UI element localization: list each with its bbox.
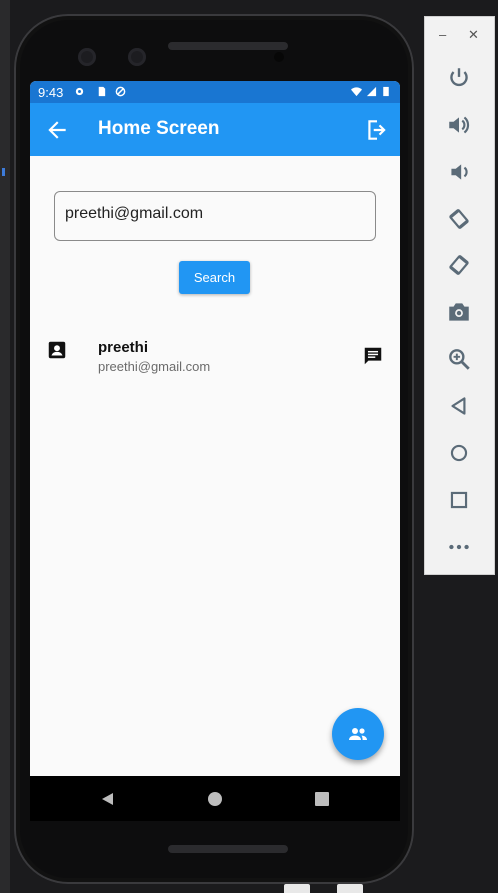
phone-top-speaker	[168, 42, 288, 50]
app-bar: Home Screen	[30, 103, 400, 156]
front-camera-left	[78, 48, 96, 66]
search-input[interactable]	[65, 205, 365, 223]
emulator-toolbar: – ✕	[424, 16, 495, 575]
app-screen: 9:43 Home Screen Search preethi preethi@…	[30, 81, 400, 821]
zoom-icon[interactable]	[446, 346, 472, 372]
volume-down-icon[interactable]	[446, 159, 472, 185]
group-icon	[349, 728, 367, 740]
battery-status-icon	[383, 86, 389, 97]
logout-icon[interactable]	[364, 117, 390, 143]
status-bar: 9:43	[30, 81, 400, 103]
search-field[interactable]	[54, 191, 376, 241]
back-icon[interactable]	[446, 393, 472, 419]
nav-back-icon[interactable]	[100, 791, 116, 807]
sync-status-icon	[115, 86, 126, 97]
signal-status-icon	[366, 86, 377, 97]
result-name: preethi	[98, 339, 149, 356]
nav-home-icon[interactable]	[207, 791, 223, 807]
more-icon[interactable]	[446, 534, 472, 560]
front-camera-right	[128, 48, 146, 66]
nav-overview-icon[interactable]	[314, 791, 330, 807]
home-icon[interactable]	[446, 440, 472, 466]
result-email: preethi@gmail.com	[98, 359, 211, 374]
chat-icon[interactable]	[362, 345, 384, 367]
rotate-left-icon[interactable]	[446, 206, 472, 232]
sd-card-status-icon	[98, 86, 106, 97]
system-nav-bar	[30, 776, 400, 821]
volume-up-icon[interactable]	[446, 112, 472, 138]
page-title: Home Screen	[98, 118, 220, 139]
wifi-status-icon	[351, 87, 362, 97]
camera-icon[interactable]	[446, 299, 472, 325]
list-item[interactable]: preethi preethi@gmail.com	[30, 329, 400, 385]
overview-icon[interactable]	[446, 487, 472, 513]
proximity-sensor	[274, 52, 284, 62]
group-fab-button[interactable]	[332, 708, 384, 760]
status-time: 9:43	[38, 85, 64, 100]
arrow-back-icon[interactable]	[44, 117, 70, 143]
ide-side-strip	[0, 0, 10, 893]
settings-status-icon	[75, 87, 84, 96]
taskbar-fragment	[337, 884, 363, 893]
search-button[interactable]: Search	[179, 261, 250, 294]
power-icon[interactable]	[446, 65, 472, 91]
close-icon[interactable]: ✕	[468, 27, 479, 43]
contact-card-icon	[48, 341, 66, 359]
taskbar-fragment	[284, 884, 310, 893]
minimize-icon[interactable]: –	[439, 27, 446, 42]
phone-bottom-speaker	[168, 845, 288, 853]
ide-marker	[2, 168, 5, 176]
rotate-right-icon[interactable]	[446, 252, 472, 278]
